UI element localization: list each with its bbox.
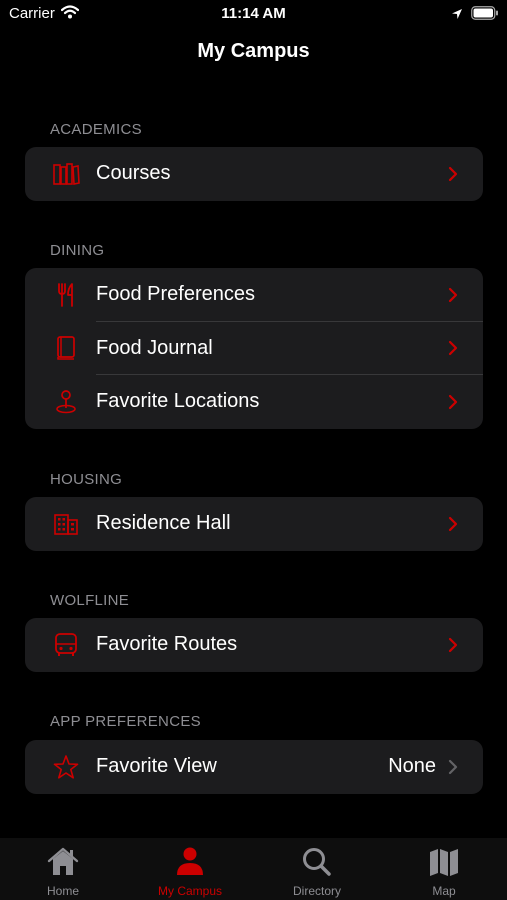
tab-home[interactable]: Home [0,838,126,900]
tab-label: Home [46,884,79,898]
row-label: Food Preferences [96,283,255,306]
row-favorite-locations[interactable]: Favorite Locations [25,375,483,429]
tab-label: Map [432,884,456,898]
books-icon [51,159,81,189]
chevron-right-icon [448,394,458,409]
row-label: Courses [96,162,171,185]
section-header-dining: DINING [50,242,105,259]
clock: 11:14 AM [221,5,286,22]
tab-map[interactable]: Map [381,838,507,900]
tab-directory[interactable]: Directory [254,838,380,900]
page-title: My Campus [197,40,310,62]
row-residence-hall[interactable]: Residence Hall [25,497,483,551]
chevron-right-icon [448,287,458,302]
row-courses[interactable]: Courses [25,147,483,201]
section-header-academics: ACADEMICS [50,121,142,138]
row-favorite-routes[interactable]: Favorite Routes [25,618,483,672]
section-header-housing: HOUSING [50,471,123,488]
row-food-journal[interactable]: Food Journal [25,322,483,375]
row-label: Food Journal [96,336,213,359]
chevron-right-icon [448,637,458,652]
location-arrow-icon [451,7,463,25]
map-pin-icon [51,387,81,417]
house-icon [47,847,79,875]
app-preferences-group: Favorite View None [25,740,483,794]
status-bar: Carrier 11:14 AM [0,0,507,28]
dining-group: Food Preferences Food Journal Favorite L… [25,268,483,429]
section-header-app-preferences: APP PREFERENCES [50,713,201,730]
person-icon [177,847,203,875]
row-label: Residence Hall [96,512,231,535]
screen: Carrier 11:14 AM My Campus ACADEMICS Cou… [0,0,507,900]
battery-icon [471,6,499,25]
chevron-right-icon [448,341,458,356]
chevron-right-icon [448,166,458,181]
tab-label: Directory [292,884,341,898]
row-label: Favorite View [96,755,217,778]
tab-bar: Home My Campus Directory Map [0,838,507,900]
section-header-wolfline: WOLFLINE [50,592,130,609]
chevron-right-icon [448,759,458,774]
chevron-right-icon [448,516,458,531]
fork-knife-icon [51,280,81,310]
favorite-view-value: None [388,755,436,778]
building-icon [51,509,81,539]
row-favorite-view[interactable]: Favorite View None [25,740,483,794]
journal-icon [51,333,81,363]
tab-label: My Campus [157,884,222,898]
academics-group: Courses [25,147,483,201]
map-icon [430,849,458,876]
star-icon [51,752,81,782]
magnifier-icon [303,848,331,876]
tab-my-campus[interactable]: My Campus [127,838,253,900]
row-label: Favorite Routes [96,633,238,656]
bus-icon [51,630,81,660]
housing-group: Residence Hall [25,497,483,551]
row-food-preferences[interactable]: Food Preferences [25,268,483,322]
wolfline-group: Favorite Routes [25,618,483,672]
row-label: Favorite Locations [96,390,260,413]
